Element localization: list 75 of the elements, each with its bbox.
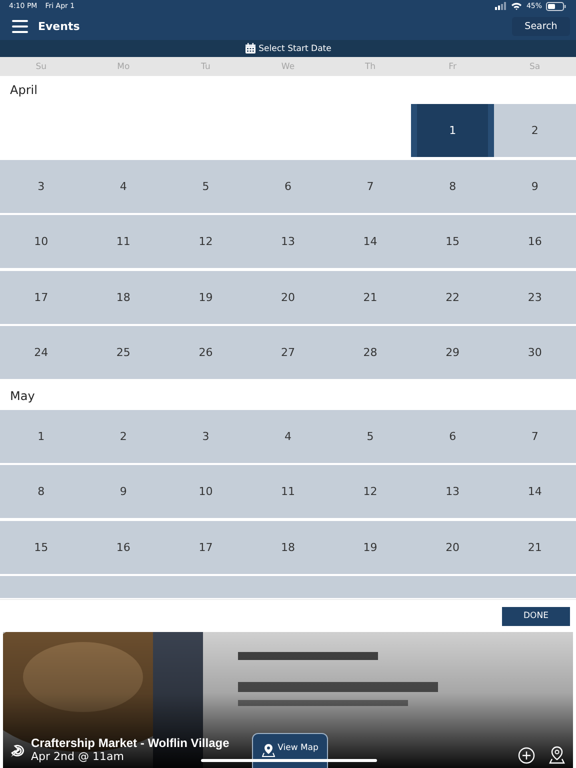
day-cell[interactable]: 10 bbox=[0, 215, 82, 268]
view-map-button[interactable]: View Map bbox=[252, 733, 328, 768]
day-cell[interactable]: 14 bbox=[329, 215, 412, 268]
map-pin-icon bbox=[262, 743, 275, 757]
day-cell[interactable]: 27 bbox=[246, 326, 330, 379]
day-cell[interactable]: 20 bbox=[246, 270, 330, 324]
day-cell[interactable]: 13 bbox=[411, 465, 494, 518]
day-cell[interactable]: 25 bbox=[82, 326, 165, 379]
day-cell[interactable]: 26 bbox=[164, 326, 247, 379]
add-icon[interactable] bbox=[518, 747, 535, 764]
day-cell[interactable]: 15 bbox=[0, 520, 82, 574]
day-cell[interactable]: 23 bbox=[494, 270, 576, 324]
day-cell[interactable]: 17 bbox=[164, 520, 247, 574]
month-label: April bbox=[9, 82, 38, 99]
day-cell[interactable]: 21 bbox=[329, 270, 412, 324]
select-date-label[interactable]: Select Start Date bbox=[258, 44, 332, 54]
day-cell[interactable]: 15 bbox=[411, 215, 494, 268]
day-cell[interactable]: 18 bbox=[246, 520, 330, 574]
day-cell[interactable]: 11 bbox=[82, 215, 165, 268]
day-cell[interactable]: 6 bbox=[246, 160, 330, 212]
day-cell[interactable]: 21 bbox=[494, 520, 576, 574]
day-cell[interactable]: 24 bbox=[0, 326, 82, 379]
day-cell[interactable]: 16 bbox=[82, 520, 165, 574]
weekday-label: Fr bbox=[448, 62, 458, 72]
day-cell[interactable]: 30 bbox=[494, 326, 576, 379]
weekday-label: We bbox=[280, 62, 296, 72]
day-cell[interactable]: 2 bbox=[82, 410, 165, 462]
done-button[interactable]: DONE bbox=[502, 606, 570, 626]
day-cell[interactable]: 4 bbox=[246, 410, 330, 462]
day-cell[interactable]: 2 bbox=[494, 104, 576, 157]
day-cell[interactable]: 18 bbox=[82, 270, 165, 324]
header-title: Events bbox=[38, 20, 80, 32]
signal-icon bbox=[495, 2, 508, 10]
day-cell[interactable]: 29 bbox=[411, 326, 494, 379]
day-cell[interactable]: 3 bbox=[164, 410, 247, 462]
day-cell[interactable]: 28 bbox=[329, 326, 412, 379]
day-cell[interactable]: 13 bbox=[246, 215, 330, 268]
weekday-label: Tu bbox=[200, 62, 212, 72]
search-button[interactable]: Search bbox=[512, 16, 570, 36]
day-cell[interactable]: 14 bbox=[494, 465, 576, 518]
location-pin-icon[interactable] bbox=[549, 746, 565, 764]
day-cell[interactable]: 17 bbox=[0, 270, 82, 324]
weekday-label: Sa bbox=[528, 62, 542, 72]
day-cell[interactable]: 10 bbox=[164, 465, 247, 518]
day-cell[interactable]: 1 bbox=[411, 104, 494, 157]
weekday-label: Su bbox=[34, 62, 48, 72]
weekday-label: Mo bbox=[116, 62, 131, 72]
day-cell[interactable]: 16 bbox=[494, 215, 576, 268]
battery-icon bbox=[546, 2, 566, 10]
day-cell[interactable]: 3 bbox=[0, 160, 82, 212]
day-cell[interactable]: 5 bbox=[329, 410, 412, 462]
wifi-icon bbox=[511, 2, 522, 10]
day-cell[interactable]: 6 bbox=[411, 410, 494, 462]
day-cell[interactable]: 11 bbox=[246, 465, 330, 518]
calendar-icon bbox=[244, 43, 256, 54]
day-cell[interactable]: 20 bbox=[411, 520, 494, 574]
day-cell[interactable]: 1 bbox=[0, 410, 82, 462]
day-cell[interactable]: 4 bbox=[82, 160, 165, 212]
day-cell[interactable]: 7 bbox=[329, 160, 412, 212]
weekday-label: Th bbox=[364, 62, 377, 72]
event-time: Apr 2nd @ 11am bbox=[31, 750, 125, 763]
day-cell[interactable]: 12 bbox=[164, 215, 247, 268]
day-cell[interactable]: 9 bbox=[494, 160, 576, 212]
day-cell[interactable]: 9 bbox=[82, 465, 165, 518]
day-cell[interactable]: 8 bbox=[411, 160, 494, 212]
day-cell[interactable]: 8 bbox=[0, 465, 82, 518]
event-title[interactable]: Craftership Market - Wolflin Village bbox=[31, 736, 230, 750]
day-cell[interactable]: 22 bbox=[411, 270, 494, 324]
day-cell[interactable]: 19 bbox=[164, 270, 247, 324]
day-cell[interactable]: 12 bbox=[329, 465, 412, 518]
day-cell[interactable]: 5 bbox=[164, 160, 247, 212]
day-cell[interactable]: 19 bbox=[329, 520, 412, 574]
month-label: May bbox=[9, 388, 36, 404]
day-cell[interactable]: 7 bbox=[494, 410, 576, 462]
menu-icon[interactable] bbox=[12, 20, 28, 32]
